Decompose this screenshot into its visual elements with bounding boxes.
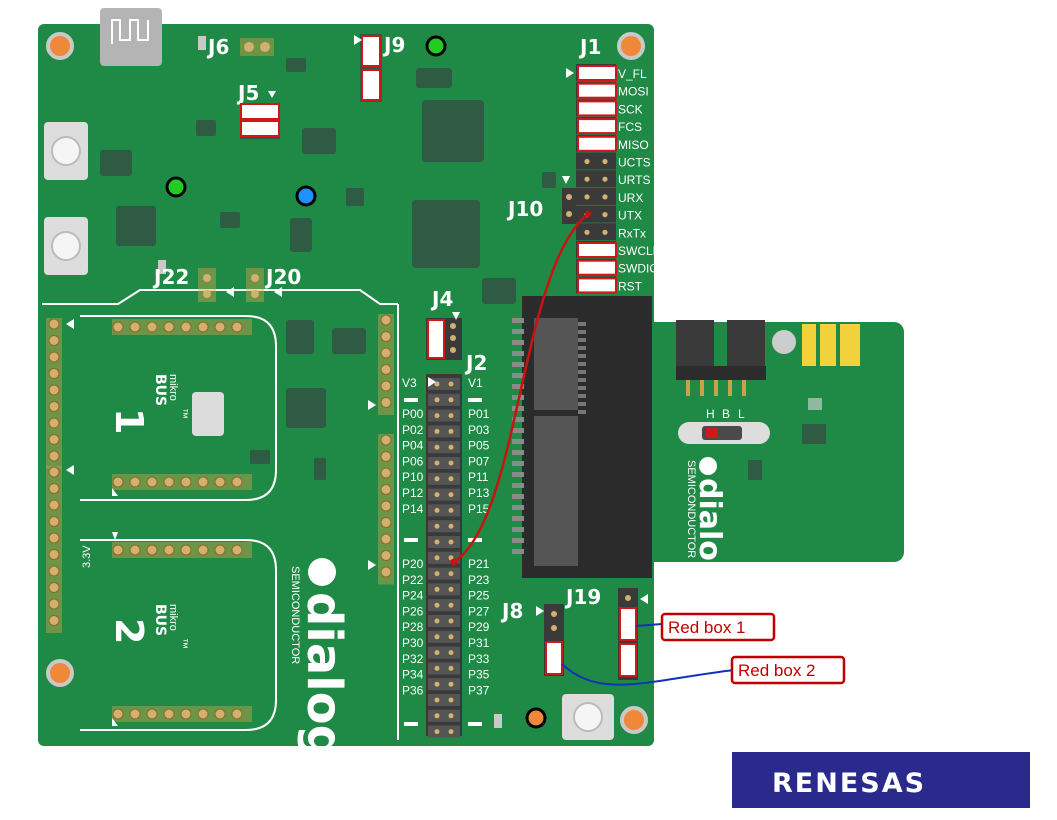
j1-jumper-miso[interactable] — [577, 135, 617, 152]
led-green-2 — [165, 176, 187, 198]
header-j2-label: J2 — [464, 351, 487, 375]
j2-left-pin-label: P26 — [402, 604, 424, 618]
j1-jumper-fcs[interactable] — [577, 118, 617, 135]
mikrobus-2-tm: ™ — [177, 638, 189, 649]
svg-text:dialog: dialog — [296, 592, 352, 759]
callout-red-box-2-text: Red box 2 — [738, 661, 816, 680]
j1-jumper-mosi[interactable] — [577, 82, 617, 99]
jumper-j5-b[interactable] — [240, 120, 280, 137]
j2-right-pin-label: P11 — [468, 470, 489, 484]
j2-left-pin-label: P32 — [402, 652, 424, 666]
switch-label-h: H — [706, 407, 715, 421]
switch-label-l: L — [738, 407, 745, 421]
header-j5-label: J5 — [236, 81, 259, 105]
svg-text:1: 1 — [107, 408, 151, 434]
j2-right-pin-label: P01 — [468, 407, 490, 421]
svg-text:2: 2 — [107, 618, 151, 644]
j1-pin-label: SWCLK — [618, 244, 661, 258]
header-j22-label: J22 — [152, 265, 189, 289]
led-green-1 — [425, 35, 447, 57]
j2-left-pin-label: P00 — [402, 407, 424, 421]
header-j4-label: J4 — [430, 287, 453, 311]
j2-left-pin-label: P12 — [402, 486, 424, 500]
mikrobus-2-brand-text: mikro — [167, 604, 179, 631]
j2-right-pin-label: P29 — [468, 620, 490, 634]
j1-pin-label: V_FL — [618, 67, 647, 81]
j1-jumper-swclk[interactable] — [577, 242, 617, 258]
j1-pin-label: UTX — [618, 209, 642, 223]
j1-pin-label: URTS — [618, 173, 650, 187]
jumper-j5-a[interactable] — [240, 103, 280, 120]
j2-left-pin-label: P24 — [402, 589, 424, 603]
header-j9-label: J9 — [382, 33, 405, 57]
j2-right-pin-label: P13 — [468, 486, 490, 500]
j2-right-pin-label: P21 — [468, 557, 490, 571]
j2-left-pin-label: P28 — [402, 620, 424, 634]
j2-right-pin-label: P37 — [468, 683, 490, 697]
j1-pin-label: RxTx — [618, 226, 646, 240]
dialog-sub-small: SEMICONDUCTOR — [685, 460, 697, 558]
mikrobus-1-brand-text: mikro — [167, 374, 179, 401]
callout-red-box-1-text: Red box 1 — [668, 618, 746, 637]
j1-pin-label: MISO — [618, 138, 649, 152]
j1-pin-label: FCS — [618, 120, 642, 134]
j2-left-pin-label: P30 — [402, 636, 424, 650]
header-j6-label: J6 — [206, 35, 229, 59]
j2-left-pin-label: P06 — [402, 454, 424, 468]
j2-left-pin-label: P04 — [402, 439, 424, 453]
j2-top-left-label: V3 — [402, 376, 417, 390]
header-j10[interactable] — [562, 188, 576, 224]
j1-pin-label: RST — [618, 279, 643, 293]
j2-left-pin-label: P22 — [402, 573, 424, 587]
j2-right-pin-label: P27 — [468, 604, 490, 618]
j2-left-pin-label: P10 — [402, 470, 424, 484]
header-j10-label: J10 — [506, 197, 543, 221]
led-blue — [295, 185, 317, 207]
j2-right-pin-label: P35 — [468, 668, 490, 682]
j2-left-pin-label: P34 — [402, 668, 424, 682]
mikrobus-1-bus-text: BUS — [152, 374, 168, 406]
svg-text:SEMICONDUCTOR: SEMICONDUCTOR — [289, 566, 301, 664]
dev-board-diagram: H B L dialog SEMICONDUCTOR 1 BUS mikro ™… — [38, 8, 1030, 808]
j2-right-pin-label: P05 — [468, 439, 490, 453]
mikrobus-1-label: 1 — [107, 408, 151, 434]
j1-pin-label: SCK — [618, 102, 643, 116]
j2-top-right-label: V1 — [468, 376, 483, 390]
jumper-j19-b[interactable] — [619, 643, 637, 677]
j2-left-pin-label: P20 — [402, 557, 424, 571]
j1-jumper-v_fl[interactable] — [577, 65, 617, 81]
j1-pin-label: UCTS — [618, 156, 651, 170]
j2-left-pin-label: P02 — [402, 423, 424, 437]
j2-left-pin-label: P14 — [402, 502, 424, 516]
j2-right-pin-label: P07 — [468, 454, 490, 468]
led-orange — [525, 707, 547, 729]
j2-right-pin-label: P03 — [468, 423, 490, 437]
renesas-logo-text: RENESAS — [772, 768, 926, 799]
jumper-j9-b[interactable] — [361, 69, 381, 101]
main-board: 1 BUS mikro ™ 2 BUS mikro ™ 3.3V dialog … — [38, 8, 661, 759]
j2-left-pin-label: P36 — [402, 683, 424, 697]
header-j19-label: J19 — [564, 585, 601, 609]
switch-label-b: B — [722, 407, 730, 421]
header-j20-label: J20 — [264, 265, 301, 289]
voltage-label: 3.3V — [81, 545, 93, 568]
jumper-j9-a[interactable] — [361, 35, 381, 67]
j2-right-pin-label: P33 — [468, 652, 490, 666]
header-j8-label: J8 — [500, 599, 523, 623]
j2-right-pin-label: P23 — [468, 573, 490, 587]
j2-right-pin-label: P25 — [468, 589, 490, 603]
j2-right-pin-label: P31 — [468, 636, 490, 650]
mikrobus-1-tm: ™ — [177, 408, 189, 419]
j1-pin-label: SWDIO — [618, 262, 659, 276]
jumper-j19-red-box-1[interactable] — [619, 607, 637, 641]
jumper-j8-red-box-2[interactable] — [545, 641, 563, 675]
mikrobus-2-label: 2 — [107, 618, 151, 644]
j1-jumper-swdio[interactable] — [577, 259, 617, 276]
mikrobus-2-bus-text: BUS — [152, 604, 168, 636]
j1-pin-label: MOSI — [618, 85, 649, 99]
j1-pin-label: URX — [618, 191, 643, 205]
header-j1-label: J1 — [578, 35, 601, 59]
j1-jumper-sck[interactable] — [577, 100, 617, 117]
j1-jumper-rst[interactable] — [577, 277, 617, 294]
